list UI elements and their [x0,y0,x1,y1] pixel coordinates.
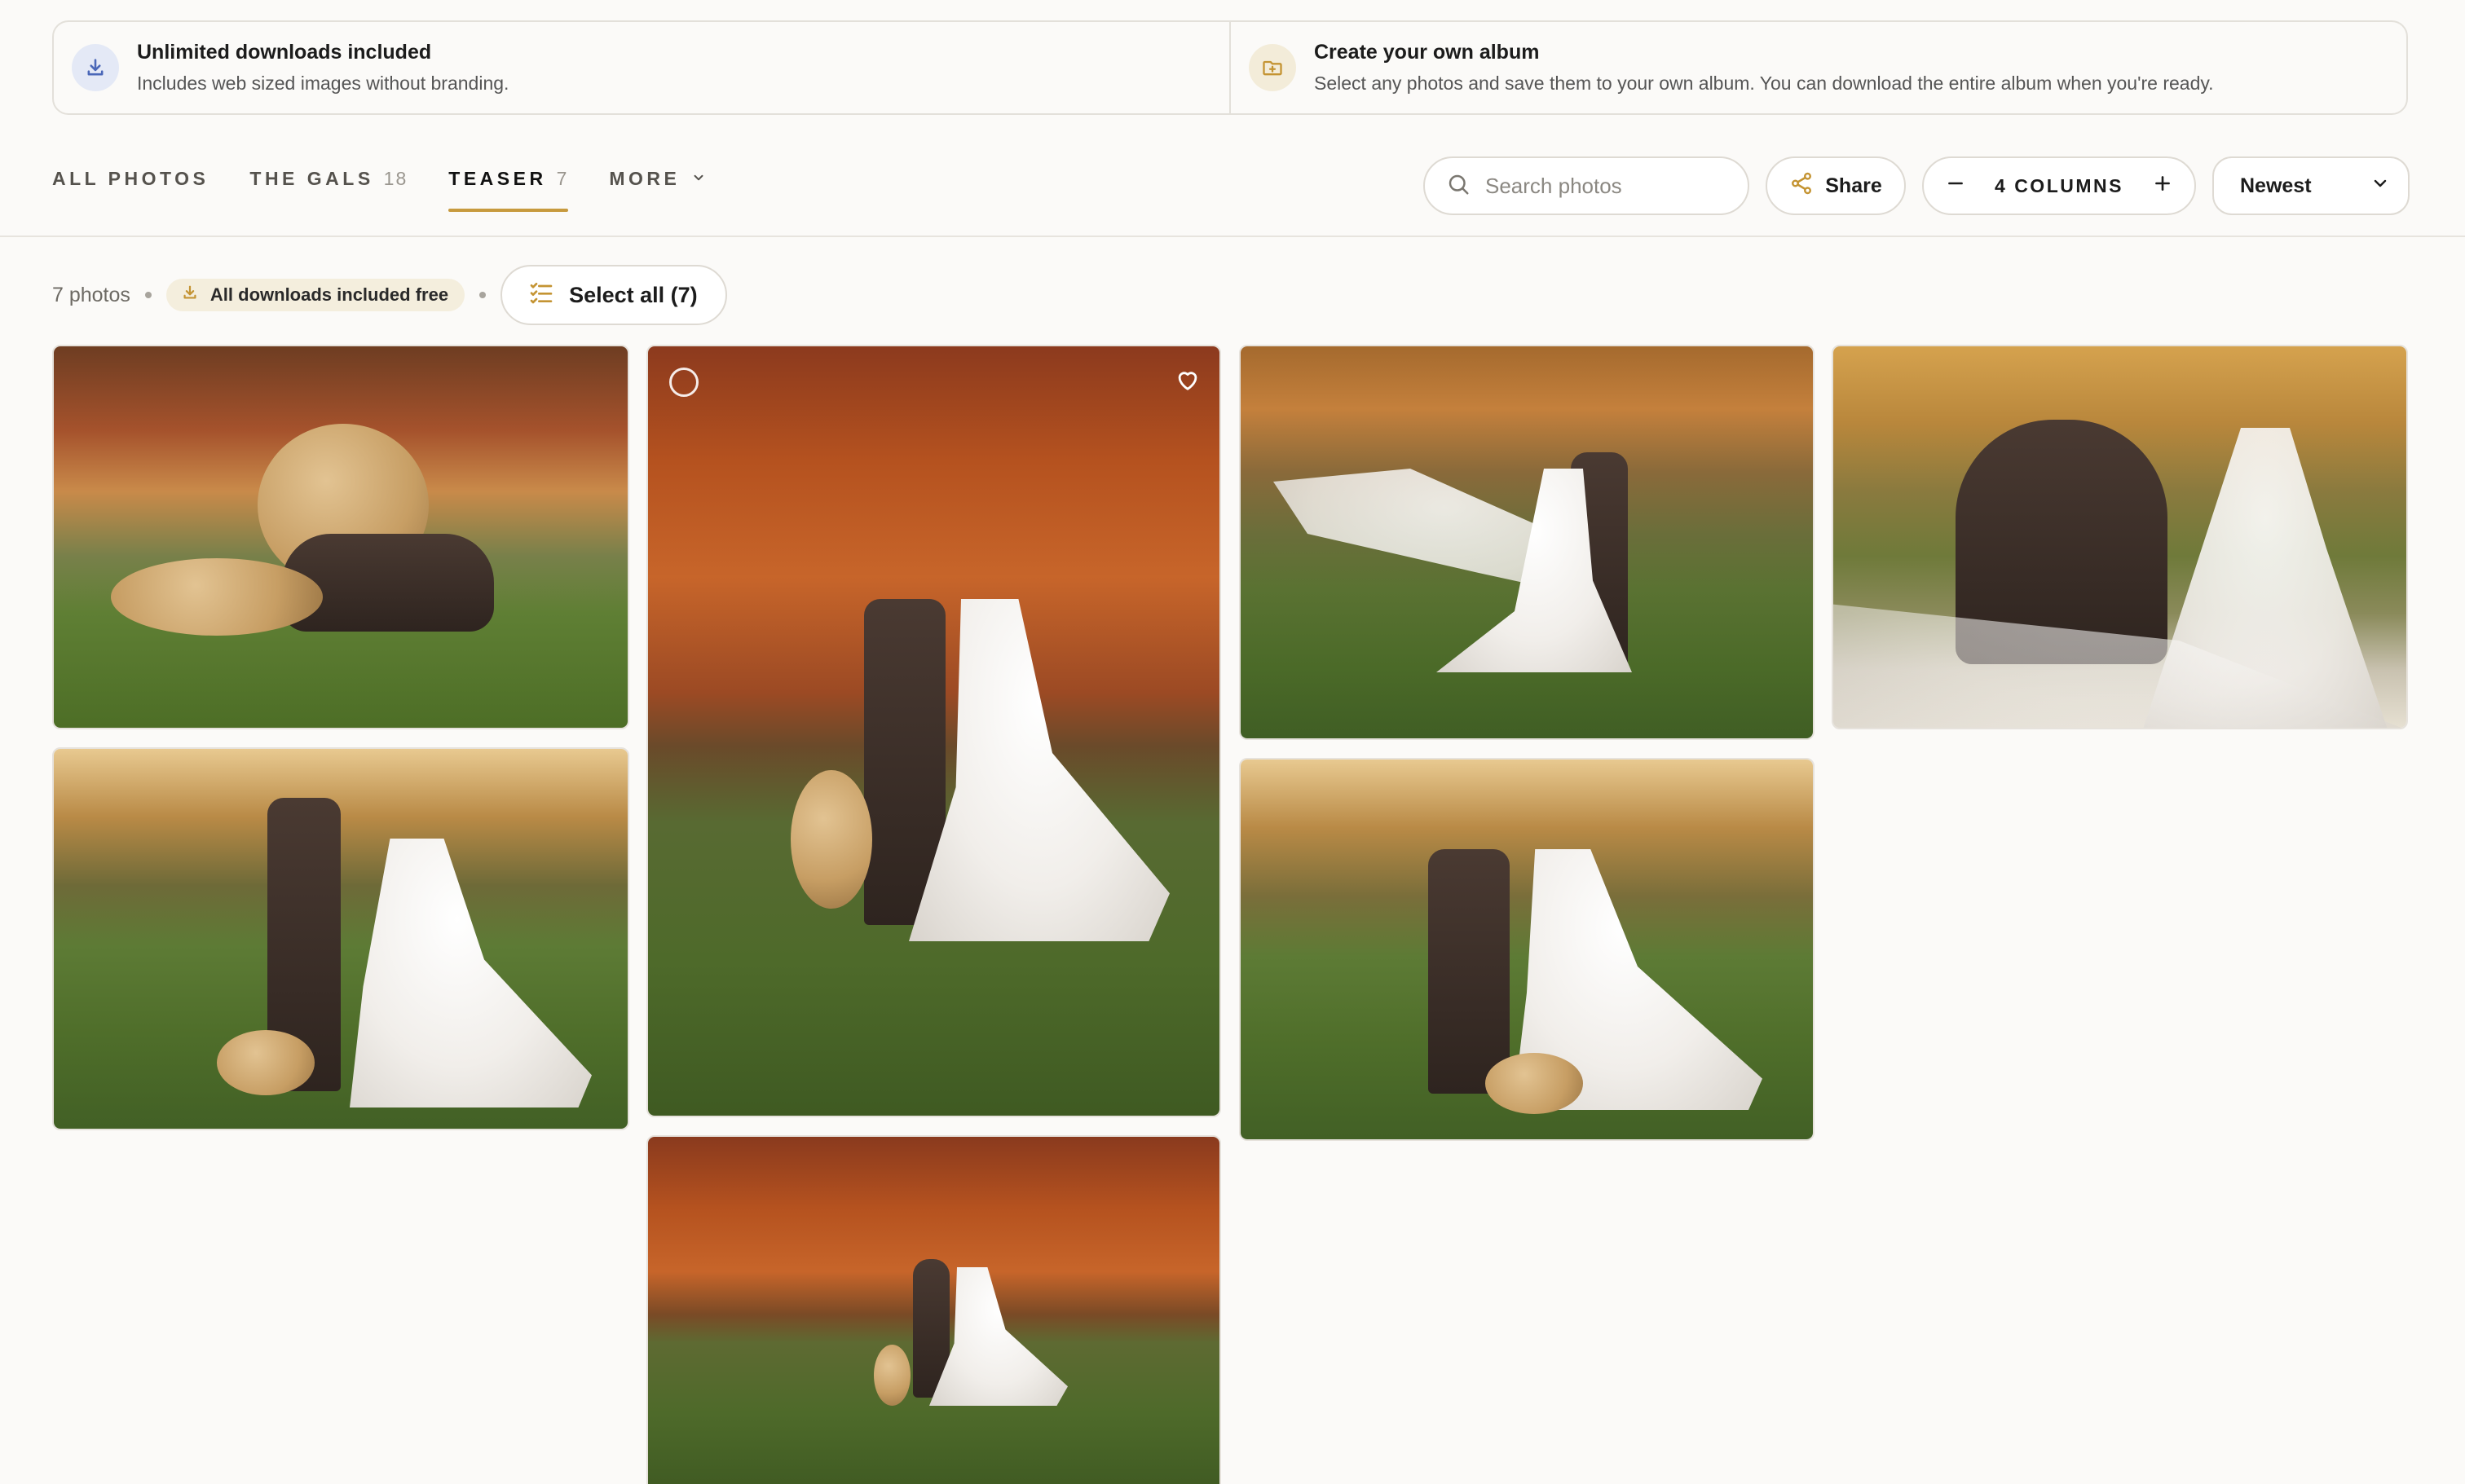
download-icon [181,284,199,306]
share-button[interactable]: Share [1766,156,1906,215]
photo-tile[interactable] [1239,345,1815,740]
tab-all-photos[interactable]: ALL PHOTOS [52,155,209,212]
select-all-label: Select all (7) [569,282,698,307]
download-icon [72,44,119,91]
columns-stepper: 4 COLUMNS [1922,156,2196,215]
columns-label: 4 COLUMNS [1995,174,2123,196]
checklist-icon [528,280,554,311]
photo-tile[interactable] [1832,345,2408,729]
search-box[interactable] [1423,156,1749,215]
select-photo-checkbox[interactable] [669,368,699,397]
tab-the-gals[interactable]: THE GALS 18 [249,155,408,212]
select-all-button[interactable]: Select all (7) [500,265,727,325]
tab-count: 18 [383,168,408,189]
info-banner: Unlimited downloads included Includes we… [52,20,2408,115]
photo-count: 7 photos [52,283,130,306]
downloads-info-card: Unlimited downloads included Includes we… [54,22,1229,113]
search-icon [1446,172,1471,200]
folder-plus-icon [1249,44,1296,91]
share-label: Share [1825,174,1882,197]
sort-select[interactable]: Newest [2212,156,2410,215]
downloads-badge: All downloads included free [165,279,465,311]
increase-columns-button[interactable] [2152,173,2173,200]
album-info-subtitle: Select any photos and save them to your … [1314,73,2214,94]
photo-tile[interactable] [1239,758,1815,1141]
tab-teaser[interactable]: TEASER 7 [448,155,569,212]
tab-more[interactable]: MORE [609,155,706,212]
gallery-controls: Share 4 COLUMNS Newest [1423,156,2410,215]
chevron-down-icon [2370,174,2390,199]
toolbar-divider [0,236,2465,237]
search-input[interactable] [1485,173,1730,199]
chevron-down-icon [691,168,706,190]
album-info-card: Create your own album Select any photos … [1229,22,2406,113]
photo-tile[interactable] [646,345,1221,1117]
downloads-info-title: Unlimited downloads included [137,41,432,64]
decrease-columns-button[interactable] [1945,173,1966,200]
share-icon [1789,171,1814,201]
album-info-title: Create your own album [1314,41,1540,64]
downloads-info-subtitle: Includes web sized images without brandi… [137,73,509,94]
gallery-meta-row: 7 photos All downloads included free Sel… [52,265,727,325]
photo-tile[interactable] [646,1135,1221,1484]
sort-selected-value: Newest [2240,174,2312,197]
photo-tile[interactable] [52,747,629,1130]
category-tabs: ALL PHOTOS THE GALS 18 TEASER 7 MORE [52,155,747,212]
separator-dot [144,292,152,298]
tab-count: 7 [556,168,569,189]
photo-tile[interactable] [52,345,629,729]
separator-dot [479,292,487,298]
tab-label: TEASER [448,168,547,189]
heart-icon[interactable] [1174,366,1202,398]
tab-label: MORE [609,168,681,189]
tab-label: THE GALS [249,168,374,189]
downloads-badge-label: All downloads included free [209,284,449,305]
tab-label: ALL PHOTOS [52,168,209,189]
